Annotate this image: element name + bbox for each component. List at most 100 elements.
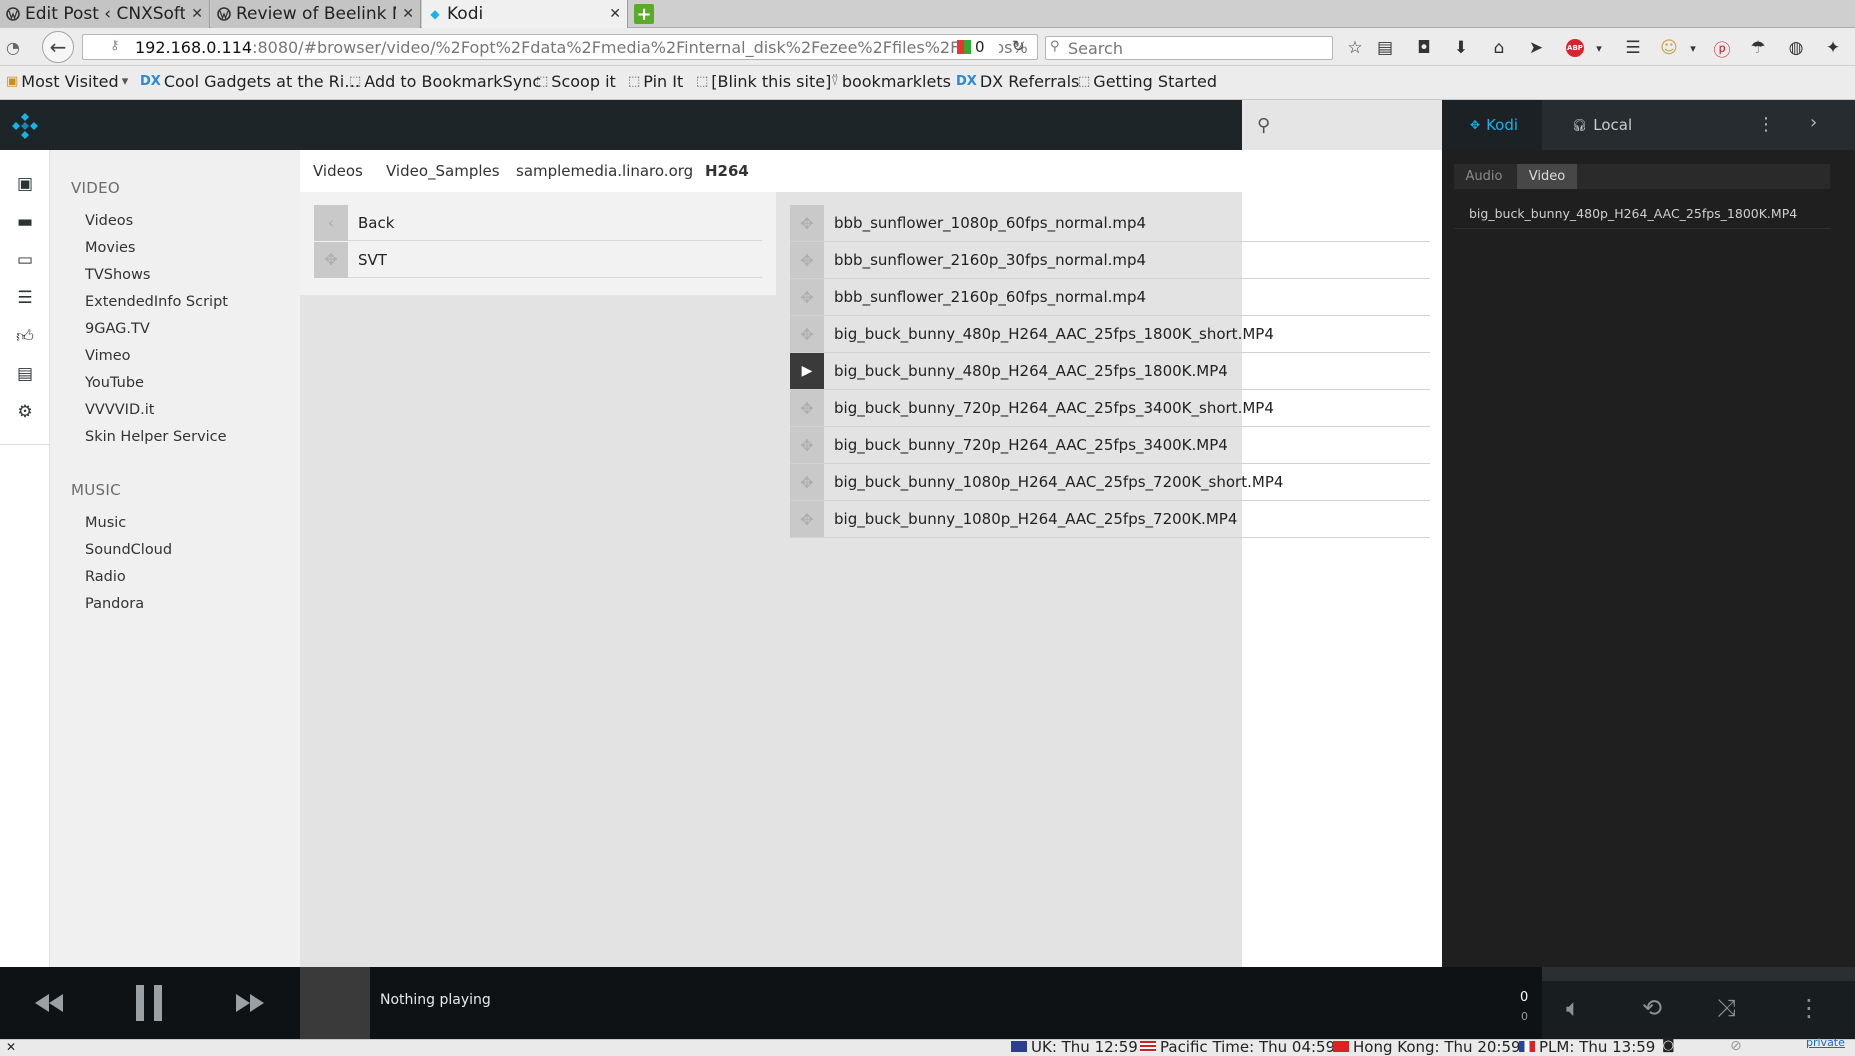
- bookmark-label: [Blink this site]: [711, 72, 832, 91]
- nav-item-vimeo[interactable]: Vimeo: [85, 348, 131, 364]
- nav-item-skin-helper[interactable]: Skin Helper Service: [85, 429, 227, 445]
- tab-kodi-player[interactable]: ✥ Kodi: [1442, 100, 1542, 150]
- nav-item-radio[interactable]: Radio: [85, 569, 126, 585]
- repeat-icon[interactable]: ⟲: [1642, 994, 1662, 1022]
- close-icon[interactable]: ✕: [191, 6, 203, 22]
- breadcrumb-samplemedia[interactable]: samplemedia.linaro.org: [516, 162, 693, 180]
- chevron-right-icon[interactable]: ›: [1810, 112, 1817, 133]
- search-input[interactable]: ⚲ Search: [1045, 36, 1333, 60]
- more-vertical-icon[interactable]: ⋮: [1797, 994, 1821, 1022]
- bookmark-pin-it[interactable]: ⬚ Pin It: [628, 72, 683, 91]
- file-row[interactable]: ✥ big_buck_bunny_480p_H264_AAC_25fps_1800…: [790, 316, 1430, 353]
- menu-icon[interactable]: ☰: [1622, 36, 1644, 60]
- nav-item-movies[interactable]: Movies: [85, 240, 135, 256]
- folder-label: SVT: [358, 250, 387, 269]
- search-icon[interactable]: ⚲: [1257, 115, 1270, 136]
- nav-item-music[interactable]: Music: [85, 515, 126, 531]
- volume-strip[interactable]: [1542, 967, 1855, 981]
- tab-audio[interactable]: Audio: [1454, 164, 1514, 189]
- chevron-down-icon[interactable]: ▾: [1588, 36, 1610, 60]
- nav-item-tvshows[interactable]: TVShows: [85, 267, 150, 283]
- kodi-logo-icon[interactable]: [10, 111, 40, 141]
- file-name: big_buck_bunny_480p_H264_AAC_25fps_1800K…: [834, 325, 1274, 343]
- fast-forward-icon[interactable]: [224, 980, 276, 1026]
- thumbs-up-icon[interactable]: 👍︎: [12, 323, 38, 349]
- download-icon[interactable]: ⬇: [1450, 36, 1472, 60]
- folder-svt[interactable]: ✥ SVT: [314, 241, 762, 278]
- parachute-icon[interactable]: ☂: [1747, 36, 1769, 60]
- breadcrumb-videos[interactable]: Videos: [313, 162, 363, 180]
- bookmark-star-icon[interactable]: ☆: [1344, 36, 1366, 60]
- private-browsing-label: private: [1806, 1036, 1845, 1049]
- folder-back[interactable]: ‹ Back: [314, 204, 762, 241]
- shuffle-icon[interactable]: ⤨: [1717, 994, 1736, 1022]
- playlist-icon[interactable]: ☰: [12, 285, 38, 311]
- bookmark-bookmarklets[interactable]: ⍢ bookmarklets: [831, 72, 951, 91]
- library-icon[interactable]: ▣: [12, 171, 38, 197]
- file-row[interactable]: ✥ bbb_sunflower_2160p_60fps_normal.mp4: [790, 279, 1430, 316]
- file-row[interactable]: ✥ big_buck_bunny_1080p_H264_AAC_25fps_720…: [790, 501, 1430, 538]
- movies-icon[interactable]: ▬: [12, 209, 38, 235]
- greasemonkey-icon[interactable]: ☺: [1658, 36, 1680, 60]
- send-icon[interactable]: ➤: [1525, 36, 1547, 60]
- bookmark-bookmarksync[interactable]: ⬚ Add to BookmarkSync: [349, 72, 541, 91]
- settings-icon[interactable]: ⚙: [12, 399, 38, 425]
- tv-icon[interactable]: ▭: [12, 247, 38, 273]
- close-icon[interactable]: ✕: [6, 1040, 16, 1054]
- playlist-item[interactable]: big_buck_bunny_480p_H264_AAC_25fps_1800K…: [1454, 199, 1830, 229]
- pause-icon[interactable]: [123, 980, 175, 1026]
- tab-local-player[interactable]: 🎧︎ Local: [1572, 100, 1672, 150]
- close-icon[interactable]: ✕: [402, 6, 414, 22]
- chat-icon[interactable]: ◍: [1785, 36, 1807, 60]
- bookmark-blink[interactable]: ⬚ [Blink this site]: [696, 72, 831, 91]
- mask-icon[interactable]: ◙: [1662, 1038, 1675, 1053]
- rewind-icon[interactable]: [23, 980, 75, 1026]
- reload-icon[interactable]: ↻: [1012, 37, 1025, 55]
- nav-item-soundcloud[interactable]: SoundCloud: [85, 542, 172, 558]
- nav-item-pandora[interactable]: Pandora: [85, 596, 144, 612]
- file-row[interactable]: ✥ big_buck_bunny_720p_H264_AAC_25fps_3400…: [790, 427, 1430, 464]
- back-button[interactable]: ←: [42, 31, 74, 63]
- slider-icon[interactable]: ⊘: [1730, 1038, 1742, 1054]
- file-row[interactable]: ✥ big_buck_bunny_720p_H264_AAC_25fps_3400…: [790, 390, 1430, 427]
- twitter-icon[interactable]: ✦: [1822, 36, 1844, 60]
- more-vertical-icon[interactable]: ⋮: [1757, 114, 1775, 135]
- nav-item-vvvvid[interactable]: VVVVID.it: [85, 402, 154, 418]
- file-row[interactable]: ✥ big_buck_bunny_1080p_H264_AAC_25fps_720…: [790, 464, 1430, 501]
- file-row[interactable]: ✥ bbb_sunflower_2160p_30fps_normal.mp4: [790, 242, 1430, 279]
- clipboard-icon[interactable]: ▤: [12, 361, 38, 387]
- close-icon[interactable]: ✕: [609, 6, 621, 22]
- volume-icon[interactable]: 🔈︎: [1566, 994, 1580, 1022]
- pocket-icon[interactable]: ◘: [1413, 36, 1435, 60]
- history-icon[interactable]: ◔: [6, 38, 20, 57]
- bookmark-label: Getting Started: [1093, 72, 1217, 91]
- flag-uk-icon: [1011, 1041, 1027, 1052]
- play-icon[interactable]: ▶: [790, 353, 824, 389]
- nav-item-9gag[interactable]: 9GAG.TV: [85, 321, 150, 337]
- bookmark-getting-started[interactable]: ⬚ Getting Started: [1078, 72, 1217, 91]
- new-tab-button[interactable]: +: [634, 4, 654, 25]
- home-icon[interactable]: ⌂: [1488, 36, 1510, 60]
- bookmark-scoop-it[interactable]: ⬚ Scoop it: [536, 72, 616, 91]
- pinterest-icon[interactable]: ⓟ: [1711, 36, 1733, 61]
- nav-item-youtube[interactable]: YouTube: [85, 375, 144, 391]
- kodi-placeholder-icon: ✥: [790, 316, 824, 352]
- extension-badge[interactable]: 0: [957, 37, 999, 57]
- tab-video[interactable]: Video: [1517, 164, 1577, 189]
- bookmark-dx-referrals[interactable]: DX DX Referrals: [956, 72, 1079, 91]
- breadcrumb-video-samples[interactable]: Video_Samples: [386, 162, 500, 180]
- bookmark-most-visited[interactable]: ▣ Most Visited ▾: [6, 72, 131, 91]
- tab-review[interactable]: Review of Beelink MI… ✕: [211, 0, 421, 28]
- file-row[interactable]: ✥ bbb_sunflower_1080p_60fps_normal.mp4: [790, 205, 1430, 242]
- tab-kodi[interactable]: ◆ Kodi ✕: [422, 0, 628, 28]
- nav-item-videos[interactable]: Videos: [85, 213, 133, 229]
- tab-edit-post[interactable]: Edit Post ‹ CNXSoft -… ✕: [0, 0, 210, 28]
- adblock-icon[interactable]: ABP: [1564, 36, 1586, 60]
- file-row[interactable]: ▶ big_buck_bunny_480p_H264_AAC_25fps_1800…: [790, 353, 1430, 390]
- reading-list-icon[interactable]: ▤: [1374, 36, 1396, 60]
- kodi-search-box[interactable]: [1242, 100, 1442, 150]
- nav-item-extendedinfo[interactable]: ExtendedInfo Script: [85, 294, 228, 310]
- bookmark-cool-gadgets[interactable]: DX Cool Gadgets at the Ri…: [140, 72, 360, 91]
- url-bar[interactable]: 192.168.0.114:8080/#browser/video/%2Fopt…: [82, 34, 1038, 60]
- chevron-down-icon[interactable]: ▾: [1682, 36, 1704, 60]
